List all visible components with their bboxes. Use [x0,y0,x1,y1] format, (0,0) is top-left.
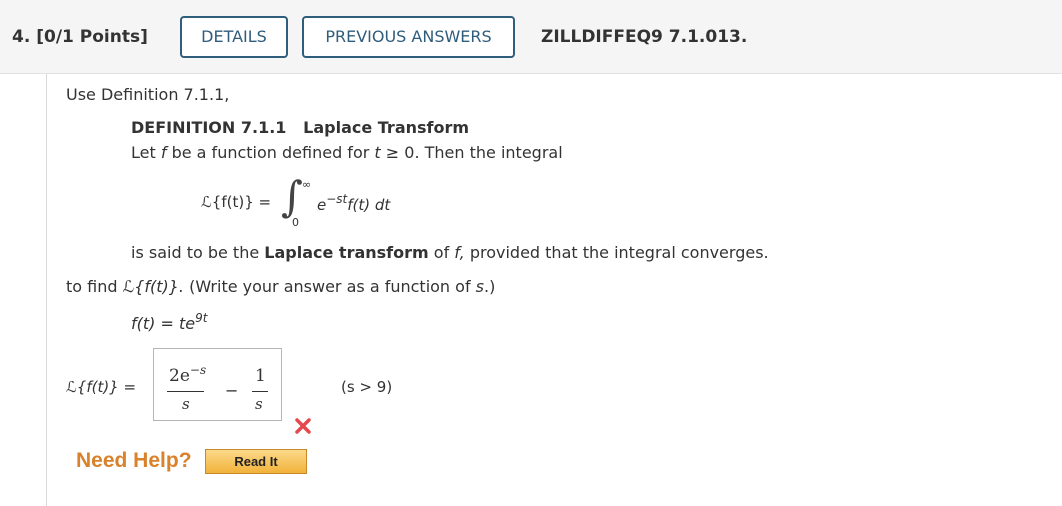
integrand: e−stf(t) dt [317,192,391,214]
def-text-a: Let [131,143,156,162]
given-exponent: 9t [195,311,208,325]
find-text-a: to find [66,277,118,296]
given-base: te [178,314,196,333]
previous-answers-button[interactable]: PREVIOUS ANSWERS [302,16,515,58]
said-bold: Laplace transform [264,243,429,262]
given-lhs: f(t) = [131,314,174,333]
need-help-label: Need Help? [76,449,192,472]
details-button[interactable]: DETAILS [180,16,288,58]
fraction-bar-2 [252,391,268,392]
question-points: [0/1 Points] [36,27,148,47]
integral-sign: ∫ [281,172,303,221]
answer-condition: (s > 9) [341,378,393,396]
integral-upper-limit: ∞ [302,178,312,191]
definition-text: Let f be a function defined for t ≥ 0. T… [131,143,563,162]
incorrect-x-icon [295,418,311,434]
find-laplace: ℒ{f(t)}. [122,277,184,296]
answer-num1-base: 2e [169,366,190,386]
answer-numerator-2: 1 [255,366,266,386]
read-it-button[interactable]: Read It [205,449,307,474]
intro-text: Use Definition 7.1.1, [66,85,230,104]
said-text-c: provided that the integral converges. [469,243,769,262]
laplace-definition-sentence: is said to be the Laplace transform of f… [131,243,769,262]
answer-lhs: ℒ{f(t)} = [66,378,137,396]
question-title: 4. [0/1 Points] [12,27,148,47]
answer-input[interactable]: 2e−s s − 1 s [153,348,282,421]
find-text-b: (Write your answer as a function of [189,277,471,296]
def-f: f [160,143,167,162]
definition-number: DEFINITION 7.1.1 [131,118,287,137]
integrand-base: e [317,196,327,214]
def-t: t [374,143,381,162]
formula-lhs: ℒ{f(t)} = [201,193,272,211]
said-text-b: of [433,243,450,262]
content-divider [46,74,47,506]
instruction-text: to find ℒ{f(t)}. (Write your answer as a… [66,277,495,296]
def-text-b: be a function defined for [171,143,370,162]
def-text-c: ≥ 0. Then the integral [385,143,563,162]
integral-lower-limit: 0 [292,216,299,229]
question-header: 4. [0/1 Points] DETAILS PREVIOUS ANSWERS… [0,0,1062,74]
answer-numerator-1: 2e−s [169,363,207,386]
definition-heading: DEFINITION 7.1.1 Laplace Transform [131,118,469,137]
answer-denominator-2: s [255,395,263,413]
find-text-c: .) [484,277,496,296]
given-function: f(t) = te9t [131,311,208,333]
integrand-exponent: −st [326,192,348,206]
integrand-rest: f(t) dt [347,196,391,214]
answer-minus: − [225,381,239,400]
find-s: s [475,277,485,296]
definition-name: Laplace Transform [303,118,470,137]
answer-denominator-1: s [182,395,190,413]
question-code: ZILLDIFFEQ9 7.1.013. [541,27,748,47]
question-number: 4. [12,27,31,47]
said-text-a: is said to be the [131,243,260,262]
answer-num1-exponent: −s [189,363,207,377]
said-f: f, [454,243,465,262]
fraction-bar-1 [167,391,204,392]
